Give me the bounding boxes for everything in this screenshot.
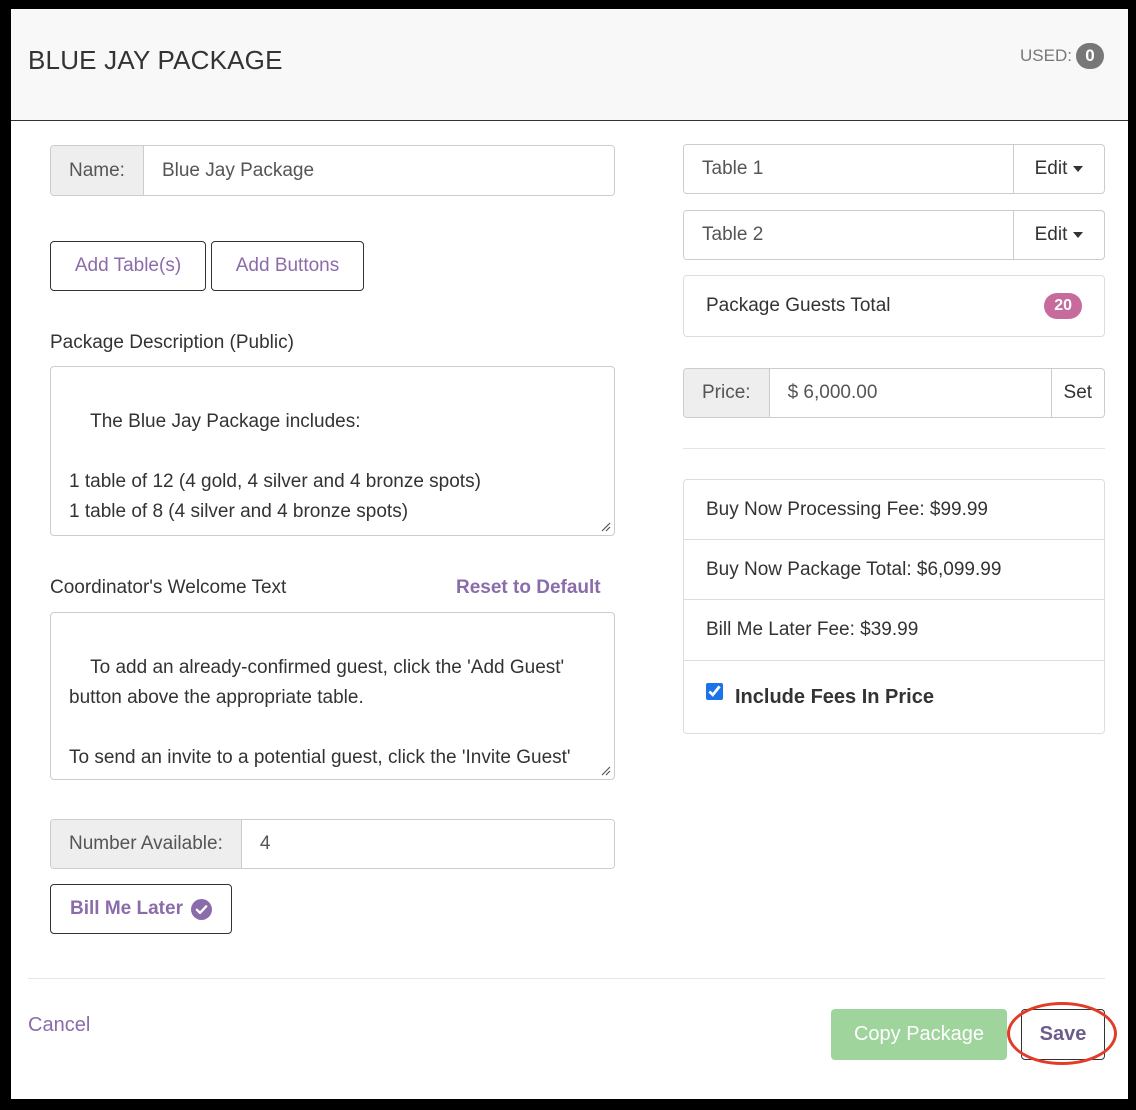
table-2-name-input[interactable] xyxy=(684,211,1014,259)
guests-total-label: Package Guests Total xyxy=(706,295,891,316)
processing-fee-item: Buy Now Processing Fee: $99.99 xyxy=(683,479,1105,540)
price-input-group: Price: Set xyxy=(683,368,1105,418)
number-available-group: Number Available: xyxy=(50,819,615,869)
welcome-textarea[interactable]: To add an already-confirmed guest, click… xyxy=(50,612,615,780)
bill-later-fee-item: Bill Me Later Fee: $39.99 xyxy=(683,599,1105,661)
resize-handle-icon[interactable] xyxy=(599,764,611,776)
edit-label: Edit xyxy=(1034,158,1068,179)
check-circle-icon xyxy=(190,898,212,920)
highlight-circle-annotation xyxy=(1007,1002,1117,1065)
used-count-badge: 0 xyxy=(1076,43,1104,69)
package-total-text: Buy Now Package Total: $6,099.99 xyxy=(706,558,1002,580)
used-indicator: USED: 0 xyxy=(1020,43,1104,69)
include-fees-checkbox[interactable] xyxy=(706,682,723,700)
resize-handle-icon[interactable] xyxy=(599,520,611,532)
welcome-text: To add an already-confirmed guest, click… xyxy=(69,657,578,779)
number-available-label: Number Available: xyxy=(51,820,242,868)
bill-me-later-button[interactable]: Bill Me Later xyxy=(50,884,232,934)
add-tables-button[interactable]: Add Table(s) xyxy=(50,241,206,291)
page-title: BLUE JAY PACKAGE xyxy=(28,45,283,75)
bill-me-later-label: Bill Me Later xyxy=(70,898,183,919)
number-available-input[interactable] xyxy=(241,820,614,868)
table-2-group: Edit xyxy=(683,210,1105,260)
description-textarea[interactable]: The Blue Jay Package includes: 1 table o… xyxy=(50,366,615,536)
footer-divider xyxy=(28,978,1105,979)
price-input[interactable] xyxy=(769,369,1052,417)
name-input[interactable] xyxy=(143,146,614,195)
guests-total-badge: 20 xyxy=(1044,293,1082,319)
used-label: USED: xyxy=(1020,46,1072,65)
price-label: Price: xyxy=(684,369,770,417)
include-fees-item: Include Fees In Price xyxy=(683,660,1105,734)
divider xyxy=(683,448,1105,449)
set-price-button[interactable]: Set xyxy=(1052,369,1104,417)
description-label: Package Description (Public) xyxy=(50,332,294,353)
bill-later-fee-text: Bill Me Later Fee: $39.99 xyxy=(706,619,919,640)
table-1-name-input[interactable] xyxy=(684,145,1014,193)
add-buttons-button[interactable]: Add Buttons xyxy=(211,241,364,291)
include-fees-label: Include Fees In Price xyxy=(735,685,934,708)
modal-header: BLUE JAY PACKAGE USED: 0 xyxy=(11,9,1128,121)
edit-label: Edit xyxy=(1034,224,1068,245)
processing-fee-text: Buy Now Processing Fee: $99.99 xyxy=(706,498,988,520)
cancel-link[interactable]: Cancel xyxy=(28,1014,90,1037)
table-1-group: Edit xyxy=(683,144,1105,194)
table-2-edit-dropdown[interactable]: Edit xyxy=(1014,211,1104,259)
table-1-edit-dropdown[interactable]: Edit xyxy=(1014,145,1104,193)
reset-to-default-link[interactable]: Reset to Default xyxy=(456,577,601,599)
welcome-label: Coordinator's Welcome Text xyxy=(50,577,287,598)
package-modal: BLUE JAY PACKAGE USED: 0 Name: Add Table… xyxy=(11,9,1128,1099)
name-label: Name: xyxy=(51,146,144,195)
caret-down-icon xyxy=(1073,232,1084,238)
package-guests-total: Package Guests Total 20 xyxy=(683,275,1105,337)
caret-down-icon xyxy=(1073,166,1084,172)
package-total-item: Buy Now Package Total: $6,099.99 xyxy=(683,539,1105,600)
name-input-group: Name: xyxy=(50,145,615,196)
copy-package-button[interactable]: Copy Package xyxy=(831,1009,1007,1060)
description-text: The Blue Jay Package includes: 1 table o… xyxy=(69,411,481,522)
